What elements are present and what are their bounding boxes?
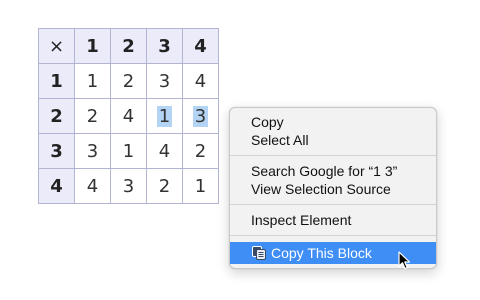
table-cell-selected[interactable]: 3 (182, 98, 219, 134)
table-row: 3 3 1 4 2 (38, 133, 219, 169)
row-header: 4 (38, 168, 75, 204)
menu-separator (230, 235, 436, 236)
table-cell[interactable]: 3 (110, 168, 147, 204)
table-row: 1 1 2 3 4 (38, 63, 219, 99)
table-cell[interactable]: 3 (146, 63, 183, 99)
table-cell[interactable]: 4 (182, 63, 219, 99)
row-header: 2 (38, 98, 75, 134)
table-cell[interactable]: 2 (182, 133, 219, 169)
table-cell[interactable]: 1 (74, 63, 111, 99)
column-header: 2 (110, 28, 147, 64)
table-row: 2 2 4 1 3 (38, 98, 219, 134)
table-header-row: × 1 2 3 4 (38, 28, 219, 64)
menu-item-select-all[interactable]: Select All (230, 131, 436, 149)
menu-separator (230, 155, 436, 156)
table-cell[interactable]: 1 (110, 133, 147, 169)
table-cell[interactable]: 2 (74, 98, 111, 134)
menu-item-inspect-element[interactable]: Inspect Element (230, 211, 436, 229)
text-selection: 3 (192, 105, 209, 127)
menu-item-copy[interactable]: Copy (230, 113, 436, 131)
table-cell[interactable]: 4 (74, 168, 111, 204)
menu-item-view-selection-source[interactable]: View Selection Source (230, 180, 436, 198)
column-header: 1 (74, 28, 111, 64)
table-cell[interactable]: 2 (110, 63, 147, 99)
column-header: 3 (146, 28, 183, 64)
table-cell[interactable]: 1 (182, 168, 219, 204)
mouse-pointer-icon (398, 251, 411, 270)
menu-item-search-google[interactable]: Search Google for “1 3” (230, 162, 436, 180)
menu-separator (230, 204, 436, 205)
text-selection: 1 (156, 105, 173, 127)
copy-block-icon (252, 246, 266, 260)
table-cell-selected[interactable]: 1 (146, 98, 183, 134)
table-cell[interactable]: 4 (146, 133, 183, 169)
context-menu: Copy Select All Search Google for “1 3” … (229, 107, 437, 269)
table-cell[interactable]: 4 (110, 98, 147, 134)
row-header: 3 (38, 133, 75, 169)
table-cell[interactable]: 2 (146, 168, 183, 204)
screen: × 1 2 3 4 1 1 2 3 4 2 2 4 1 3 3 3 1 4 2 (0, 0, 480, 300)
table-cell[interactable]: 3 (74, 133, 111, 169)
multiplication-table: × 1 2 3 4 1 1 2 3 4 2 2 4 1 3 3 3 1 4 2 (38, 28, 219, 204)
menu-item-label: Copy This Block (271, 245, 372, 261)
table-corner-cell: × (38, 28, 75, 64)
table-row: 4 4 3 2 1 (38, 168, 219, 204)
column-header: 4 (182, 28, 219, 64)
row-header: 1 (38, 63, 75, 99)
